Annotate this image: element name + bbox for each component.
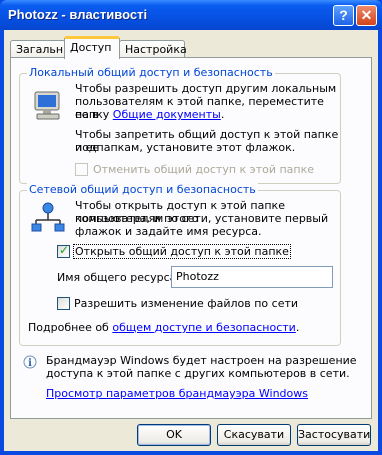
help-button[interactable]: ? <box>333 5 354 26</box>
firewall-line2: доступа к этой папке с других компьютеро… <box>46 367 350 380</box>
tab-general[interactable]: Загальні <box>10 40 66 58</box>
allow-change-checkbox[interactable] <box>57 297 70 310</box>
network-sharing-group: Сетевой общий доступ и безопасность Чтоб… <box>19 183 341 346</box>
info-icon: i <box>23 355 37 369</box>
network-desc-line2: компьютера, и по сети, установите первый <box>75 212 329 225</box>
more-info-line: Подробнее об общем доступе и безопасност… <box>28 321 299 334</box>
local-desc-line1: Чтобы разрешить доступ другим локальным <box>75 82 337 95</box>
checkmark-icon: ✓ <box>59 243 70 257</box>
share-folder-label[interactable]: Открыть общий доступ к этой папке <box>73 244 291 259</box>
close-button[interactable]: ✕ <box>356 5 377 26</box>
apply-button[interactable]: Застосувати <box>297 424 371 446</box>
computer-icon <box>34 91 60 120</box>
more-info-end: . <box>295 321 300 334</box>
share-name-label: Имя общего ресурса: <box>57 271 181 284</box>
local-desc-line5: подпапкам, установите этот флажок. <box>75 141 296 154</box>
shared-documents-link[interactable]: Общие документы <box>113 108 221 121</box>
local-desc-line3-end: . <box>220 108 225 121</box>
local-sharing-group: Локальный общий доступ и безопасность Чт… <box>19 66 341 184</box>
title-bar[interactable]: Photozz - властивості ? ✕ <box>0 0 382 30</box>
tab-customize[interactable]: Настройка <box>119 40 187 58</box>
properties-window: Photozz - властивості ? ✕ Загальні Досту… <box>0 0 382 455</box>
firewall-settings-link[interactable]: Просмотр параметров брандмауэра Windows <box>46 387 308 400</box>
network-desc-line3: флажок и задайте имя ресурса. <box>75 225 262 238</box>
tab-sharing[interactable]: Доступ <box>64 36 120 59</box>
share-name-input[interactable]: Photozz <box>171 266 333 288</box>
local-sharing-title: Локальный общий доступ и безопасность <box>27 66 275 79</box>
more-info-text: Подробнее об <box>28 321 113 334</box>
window-title: Photozz - властивості <box>8 7 148 22</box>
sharing-panel: Локальный общий доступ и безопасность Чт… <box>10 57 372 419</box>
network-sharing-title: Сетевой общий доступ и безопасность <box>27 183 258 196</box>
share-folder-checkbox[interactable]: ✓ <box>57 243 70 258</box>
dialog-body: Загальні Доступ Настройка Локальный общи… <box>4 30 378 451</box>
firewall-line1: Брандмауэр Windows будет настроен на раз… <box>46 354 357 367</box>
ok-button[interactable]: OK <box>137 424 211 446</box>
cancel-button[interactable]: Скасувати <box>217 424 291 446</box>
allow-change-label[interactable]: Разрешить изменение файлов по сети <box>74 297 298 310</box>
local-desc-line3: папку Общие документы. <box>75 108 224 121</box>
network-icon <box>31 202 65 232</box>
cancel-sharing-checkbox[interactable] <box>75 163 88 176</box>
svg-text:i: i <box>28 358 32 369</box>
sharing-security-link[interactable]: общем доступе и безопасности <box>112 321 295 334</box>
cancel-sharing-label: Отменить общий доступ к этой папке <box>93 163 315 176</box>
local-desc-line3-text: папку <box>75 108 113 121</box>
